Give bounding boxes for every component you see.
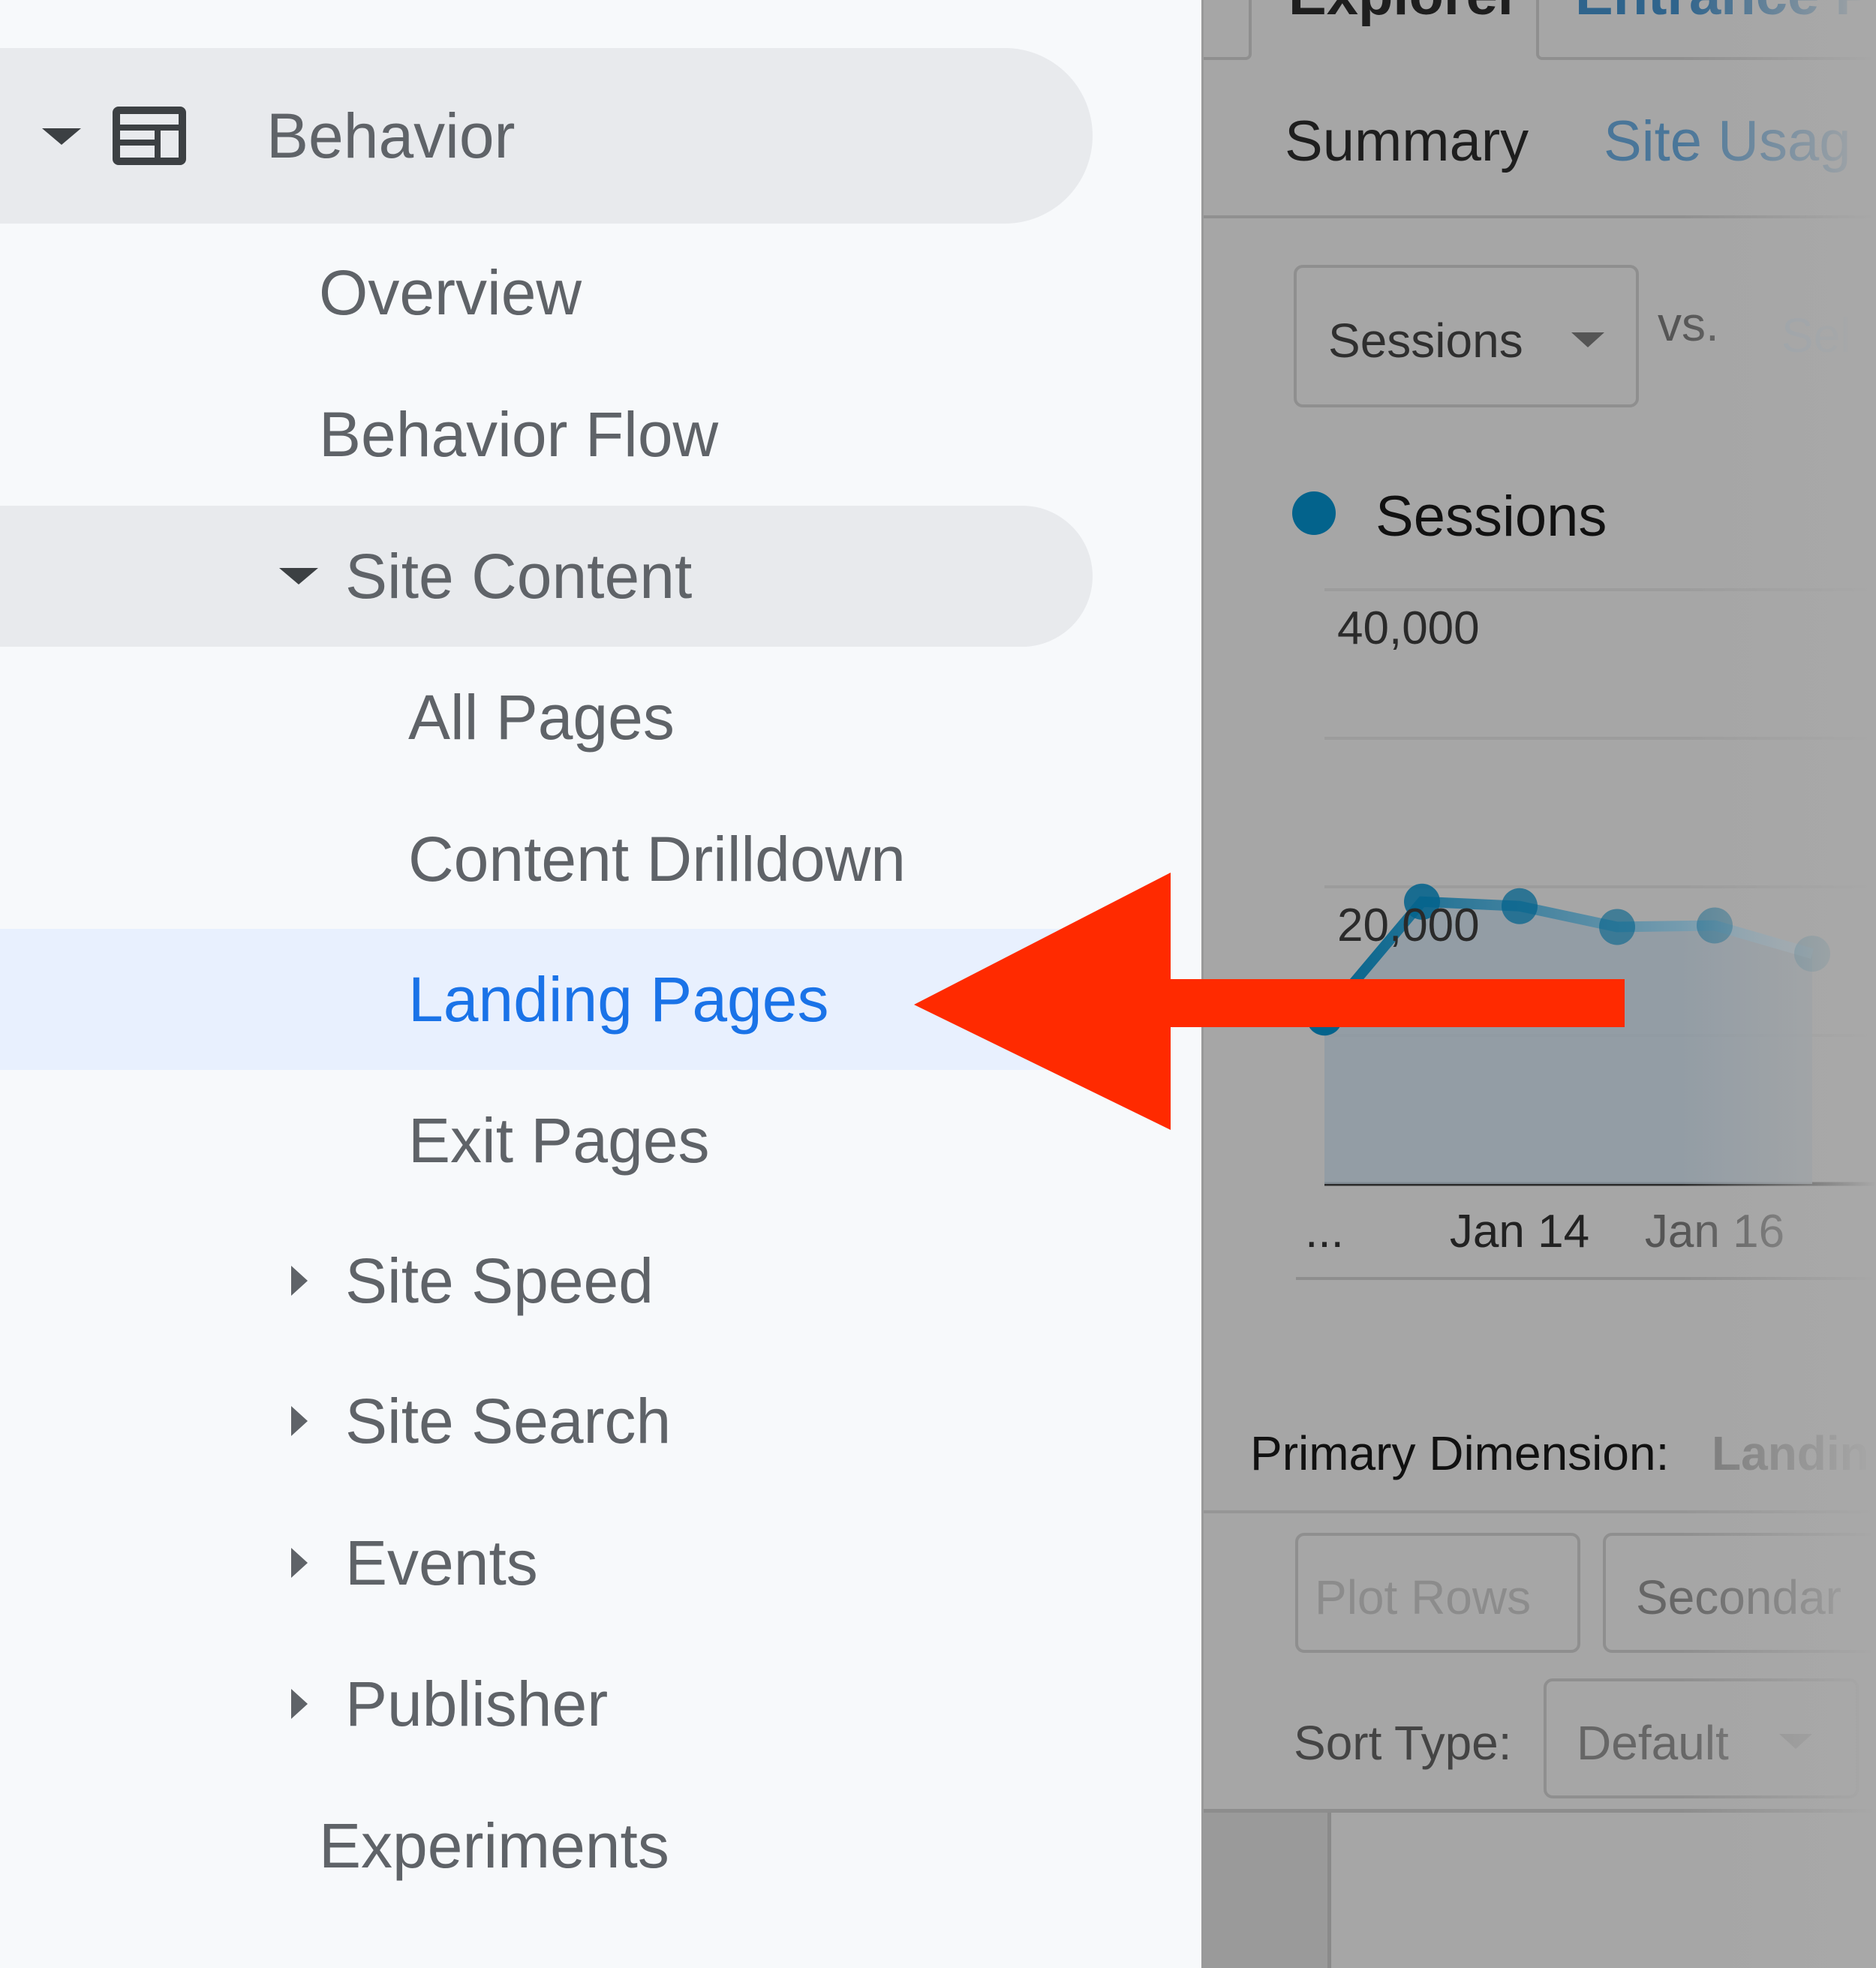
x-tick-label: Jan 14: [1450, 1206, 1589, 1257]
sort-type-value: Default: [1577, 1716, 1729, 1770]
sidebar-label: Landing Pages: [408, 963, 829, 1035]
sidebar-item-site-search[interactable]: Site Search: [0, 1351, 1051, 1492]
sidebar-label: Site Speed: [345, 1245, 654, 1316]
data-point[interactable]: [1502, 888, 1538, 924]
sort-type-dropdown[interactable]: Default: [1544, 1678, 1859, 1798]
plot-rows-label: Plot Rows: [1315, 1570, 1532, 1624]
report-panel: Explorer Entrance P Summary Site Usag Se…: [1201, 0, 1876, 1968]
sidebar-item-exit-pages[interactable]: Exit Pages: [408, 1070, 710, 1211]
sidebar-label: Events: [345, 1527, 538, 1598]
divider: [1296, 1277, 1876, 1280]
y-tick-label: 20,000: [1337, 900, 1480, 951]
x-tick-label: Jan 16: [1645, 1206, 1784, 1257]
caret-down-icon: [279, 568, 318, 584]
y-tick-label: 40,000: [1337, 602, 1480, 654]
data-point[interactable]: [1794, 936, 1830, 972]
sort-type-label: Sort Type:: [1294, 1716, 1512, 1770]
sidebar-label: Site Content: [345, 540, 693, 611]
behavior-icon: [113, 107, 186, 165]
secondary-dimension-label: Secondar: [1636, 1570, 1841, 1624]
primary-dimension-value[interactable]: Landin: [1712, 1426, 1869, 1481]
chevron-down-icon: [1779, 1734, 1812, 1749]
data-point[interactable]: [1697, 907, 1733, 944]
sidebar-label: Behavior: [266, 100, 516, 171]
caret-right-icon: [291, 1266, 308, 1296]
sidebar-item-behavior-flow[interactable]: Behavior Flow: [319, 364, 718, 505]
table-header-cell: [1204, 1813, 1331, 1968]
plot-rows-button[interactable]: Plot Rows: [1295, 1533, 1580, 1653]
sidebar-item-publisher[interactable]: Publisher: [0, 1633, 1051, 1774]
x-tick-label: ...: [1305, 1206, 1344, 1257]
caret-right-icon: [291, 1406, 308, 1436]
sidebar-item-events[interactable]: Events: [0, 1492, 1051, 1633]
sidebar-nav: Behavior Overview Behavior Flow Site Con…: [0, 0, 1201, 1968]
sidebar-label: Publisher: [345, 1668, 609, 1739]
sidebar-item-experiments[interactable]: Experiments: [319, 1775, 669, 1916]
caret-right-icon: [291, 1548, 308, 1578]
primary-dimension-label: Primary Dimension:: [1250, 1426, 1670, 1480]
caret-down-icon: [42, 128, 81, 145]
caret-right-icon: [291, 1689, 308, 1719]
divider: [1204, 1510, 1876, 1513]
data-point[interactable]: [1599, 909, 1635, 945]
data-point[interactable]: [1306, 999, 1342, 1036]
sessions-chart: 40,000 20,000... Jan 14 Jan 16: [1305, 588, 1876, 1257]
sidebar-item-site-content[interactable]: Site Content: [0, 506, 1093, 647]
sidebar-item-content-drilldown[interactable]: Content Drilldown: [408, 789, 906, 930]
sidebar-label: Site Search: [345, 1385, 672, 1456]
secondary-dimension-button[interactable]: Secondar: [1603, 1533, 1876, 1653]
sidebar-item-site-speed[interactable]: Site Speed: [0, 1210, 1051, 1351]
sidebar-item-landing-pages[interactable]: Landing Pages: [0, 929, 1073, 1070]
sidebar-item-overview[interactable]: Overview: [319, 222, 582, 363]
sidebar-item-all-pages[interactable]: All Pages: [408, 647, 675, 788]
sidebar-item-behavior[interactable]: Behavior: [0, 48, 1093, 224]
